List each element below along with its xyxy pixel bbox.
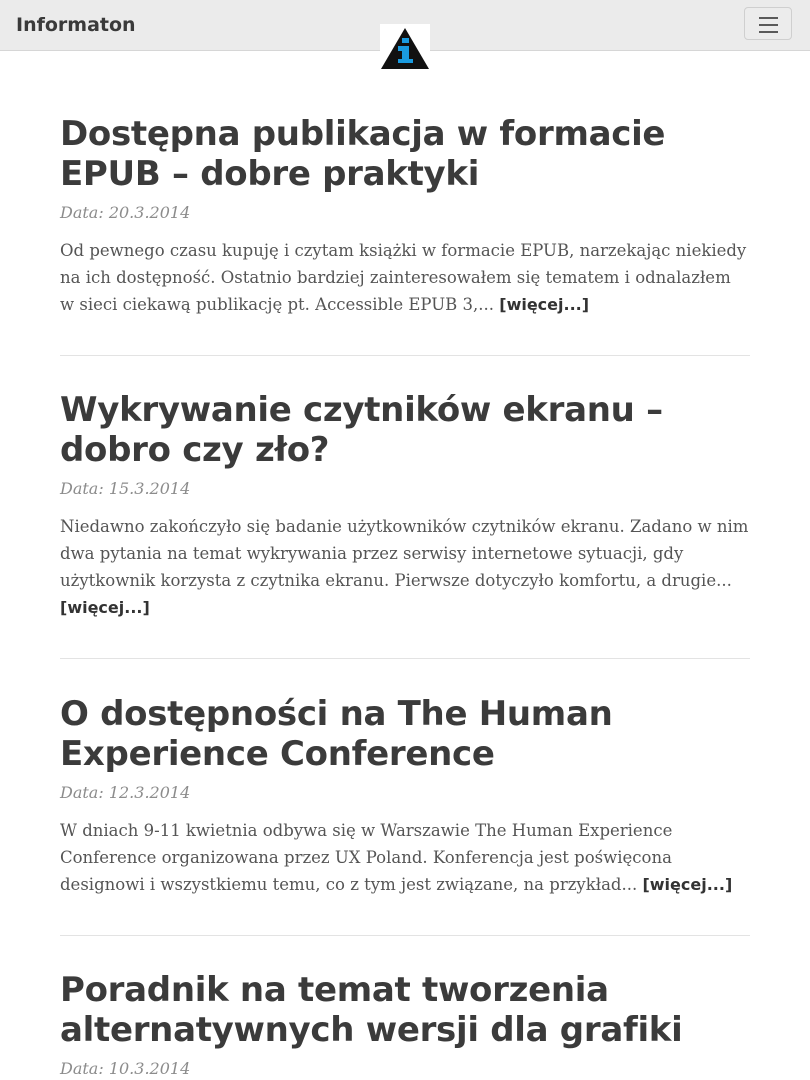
article-item: Wykrywanie czytników ekranu – dobro czy … [60,390,750,638]
article-divider [60,658,750,659]
article-title-link[interactable]: Wykrywanie czytników ekranu – dobro czy … [60,390,663,470]
article-item: Poradnik na temat tworzenia alternatywny… [60,970,750,1080]
article-excerpt: Od pewnego czasu kupuję i czytam książki… [60,237,750,318]
article-title-link[interactable]: O dostępności na The Human Experience Co… [60,694,613,774]
read-more-link[interactable]: [więcej...] [499,295,589,314]
article-divider [60,355,750,356]
article-date: Data: 12.3.2014 [60,783,191,802]
brand-link[interactable]: Informaton [16,12,136,38]
read-more-link[interactable]: [więcej...] [60,598,150,617]
logo-link[interactable] [380,24,430,70]
article-title-link[interactable]: Poradnik na temat tworzenia alternatywny… [60,970,683,1050]
article-excerpt-text: Od pewnego czasu kupuję i czytam książki… [60,241,747,314]
article-divider [60,935,750,936]
article-title: O dostępności na The Human Experience Co… [60,694,750,774]
article-item: Dostępna publikacja w formacie EPUB – do… [60,114,750,335]
read-more-link[interactable]: [więcej...] [642,875,732,894]
article-excerpt-text: Niedawno zakończyło się badanie użytkown… [60,517,749,590]
article-date: Data: 15.3.2014 [60,479,191,498]
hamburger-icon [759,17,778,19]
menu-toggle-button[interactable] [744,7,792,40]
article-title: Wykrywanie czytników ekranu – dobro czy … [60,390,750,470]
article-date: Data: 20.3.2014 [60,203,191,222]
information-triangle-icon [381,28,429,69]
article-excerpt: Niedawno zakończyło się badanie użytkown… [60,513,750,621]
article-title: Poradnik na temat tworzenia alternatywny… [60,970,750,1050]
article-title-link[interactable]: Dostępna publikacja w formacie EPUB – do… [60,114,666,194]
article-date: Data: 10.3.2014 [60,1059,191,1078]
article-item: O dostępności na The Human Experience Co… [60,694,750,915]
article-excerpt: W dniach 9-11 kwietnia odbywa się w Wars… [60,817,750,898]
article-title: Dostępna publikacja w formacie EPUB – do… [60,114,750,194]
article-excerpt-text: W dniach 9-11 kwietnia odbywa się w Wars… [60,821,673,894]
